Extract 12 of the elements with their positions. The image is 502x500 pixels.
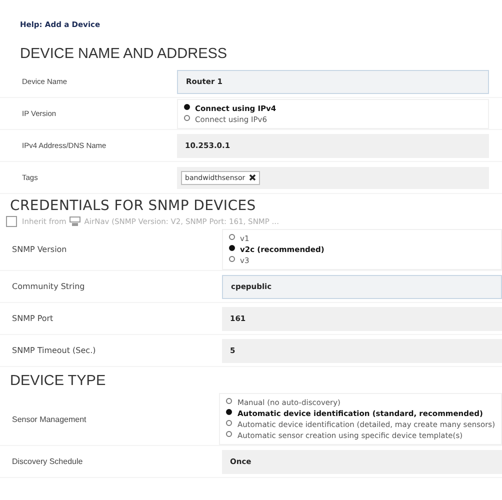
field-label: SNMP Version — [11, 245, 68, 254]
device-icon — [69, 216, 82, 227]
remove-icon[interactable] — [249, 174, 256, 181]
field-label: Sensor Management — [11, 414, 88, 424]
section-heading: DEVICE TYPE — [10, 373, 107, 389]
section-heading: CREDENTIALS FOR SNMP DEVICES — [10, 198, 257, 214]
section-heading: DEVICE NAME AND ADDRESS — [20, 46, 228, 62]
field-label: SNMP Port — [11, 314, 54, 323]
inherit-checkbox[interactable] — [6, 216, 17, 227]
field-label: SNMP Timeout (Sec.) — [11, 346, 97, 355]
field-label: Discovery Schedule — [11, 457, 84, 466]
field-label: Community String — [11, 282, 86, 291]
